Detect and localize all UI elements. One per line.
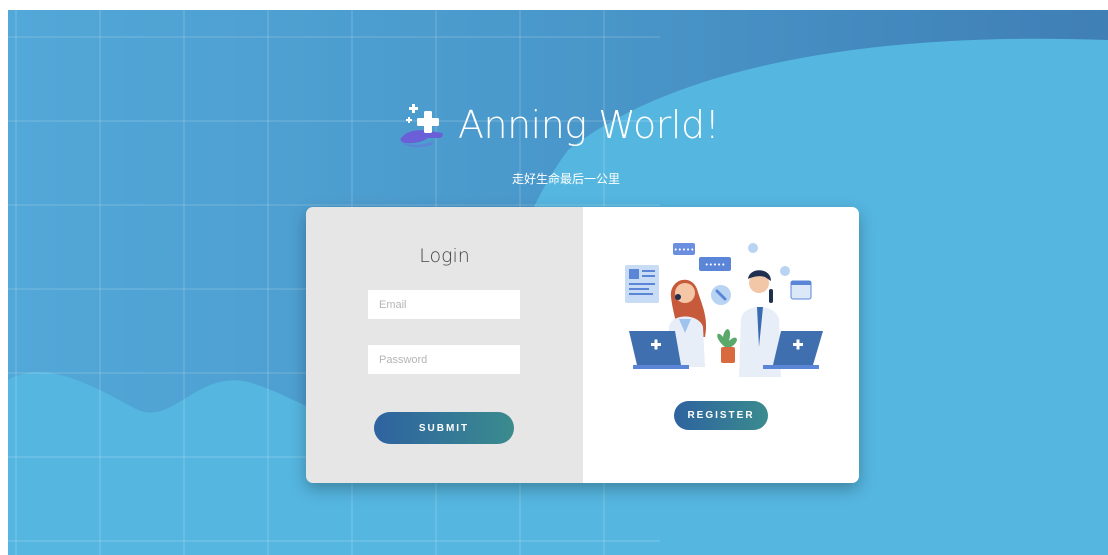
register-button[interactable]: REGISTER [674,401,768,430]
page-background: Anning World! 走好生命最后一公里 Login SUBMIT •••… [8,10,1108,555]
brand-header: Anning World! [398,95,720,155]
brand-title: Anning World! [458,103,720,147]
doctors-call-center-illustration: ••••• ••••• [625,243,823,377]
submit-button[interactable]: SUBMIT [374,412,514,444]
auth-card: Login SUBMIT ••••• ••••• [306,207,859,483]
email-input[interactable] [368,290,520,319]
svg-text:•••••: ••••• [705,261,726,269]
login-heading: Login [419,245,470,267]
brand-tagline: 走好生命最后一公里 [511,172,620,186]
svg-text:•••••: ••••• [674,246,695,254]
password-input[interactable] [368,345,520,374]
medical-cross-hand-icon [400,104,443,148]
login-panel: Login SUBMIT [306,207,583,483]
register-panel: ••••• ••••• REGISTER [583,207,859,483]
